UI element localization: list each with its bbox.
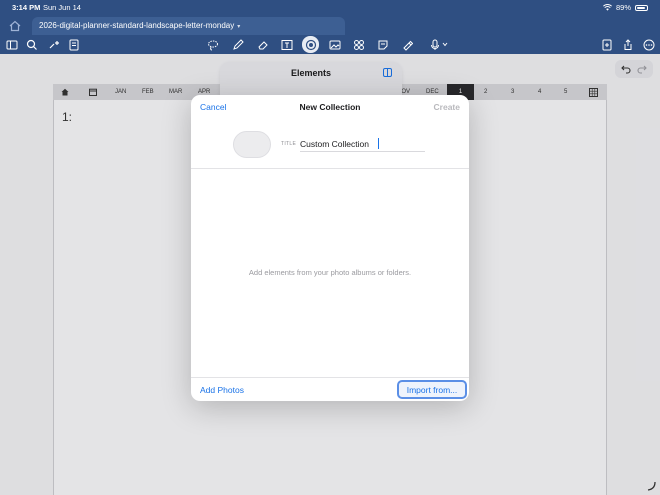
more-icon[interactable] <box>641 37 656 52</box>
highlighter-icon[interactable] <box>399 37 414 52</box>
import-from-button[interactable]: Import from... <box>397 380 467 399</box>
create-button[interactable]: Create <box>434 102 460 112</box>
share-icon[interactable] <box>620 37 635 52</box>
dialog-title: New Collection <box>299 102 361 112</box>
shapes-icon[interactable] <box>351 37 366 52</box>
new-page-icon[interactable] <box>599 37 614 52</box>
microphone-icon[interactable] <box>428 37 452 52</box>
divider <box>191 168 469 169</box>
title-field-label: TITLE <box>281 141 297 147</box>
lasso-icon[interactable] <box>205 37 220 52</box>
battery-icon <box>635 4 648 11</box>
document-tab-title: 2026-digital-planner-standard-landscape-… <box>39 21 235 30</box>
battery-percent: 89% <box>615 3 631 12</box>
empty-state-message: Add elements from your photo albums or f… <box>248 268 412 277</box>
divider <box>191 377 469 378</box>
collection-thumbnail[interactable] <box>233 131 271 158</box>
wifi-icon <box>603 4 612 11</box>
tab-document[interactable]: 2026-digital-planner-standard-landscape-… <box>32 17 345 35</box>
image-icon[interactable] <box>327 37 342 52</box>
eraser-icon[interactable] <box>255 37 270 52</box>
chevron-down-icon[interactable]: ▾ <box>237 23 240 30</box>
elements-icon[interactable] <box>302 36 319 53</box>
text-caret <box>378 138 379 149</box>
text-frame-icon[interactable] <box>279 37 294 52</box>
status-bar: 3:14 PM Sun Jun 14 89% <box>0 0 660 16</box>
toolbar <box>0 35 660 54</box>
tab-bar: 2026-digital-planner-standard-landscape-… <box>0 16 660 35</box>
new-collection-dialog: New Collection Cancel Create TITLE Add e… <box>191 95 469 401</box>
pen-icon[interactable] <box>230 37 245 52</box>
home-icon[interactable] <box>8 20 22 32</box>
sidebar-icon[interactable] <box>4 37 19 52</box>
sticky-note-icon[interactable] <box>375 37 390 52</box>
cancel-button[interactable]: Cancel <box>200 102 226 112</box>
search-icon[interactable] <box>24 37 39 52</box>
status-date: Sun Jun 14 <box>43 3 81 12</box>
resize-handle-icon[interactable] <box>646 481 656 491</box>
bookmark-add-icon[interactable] <box>46 37 61 52</box>
collection-title-input[interactable] <box>300 137 425 152</box>
add-photos-button[interactable]: Add Photos <box>200 385 244 395</box>
status-time: 3:14 PM <box>12 3 41 12</box>
outline-icon[interactable] <box>66 37 81 52</box>
